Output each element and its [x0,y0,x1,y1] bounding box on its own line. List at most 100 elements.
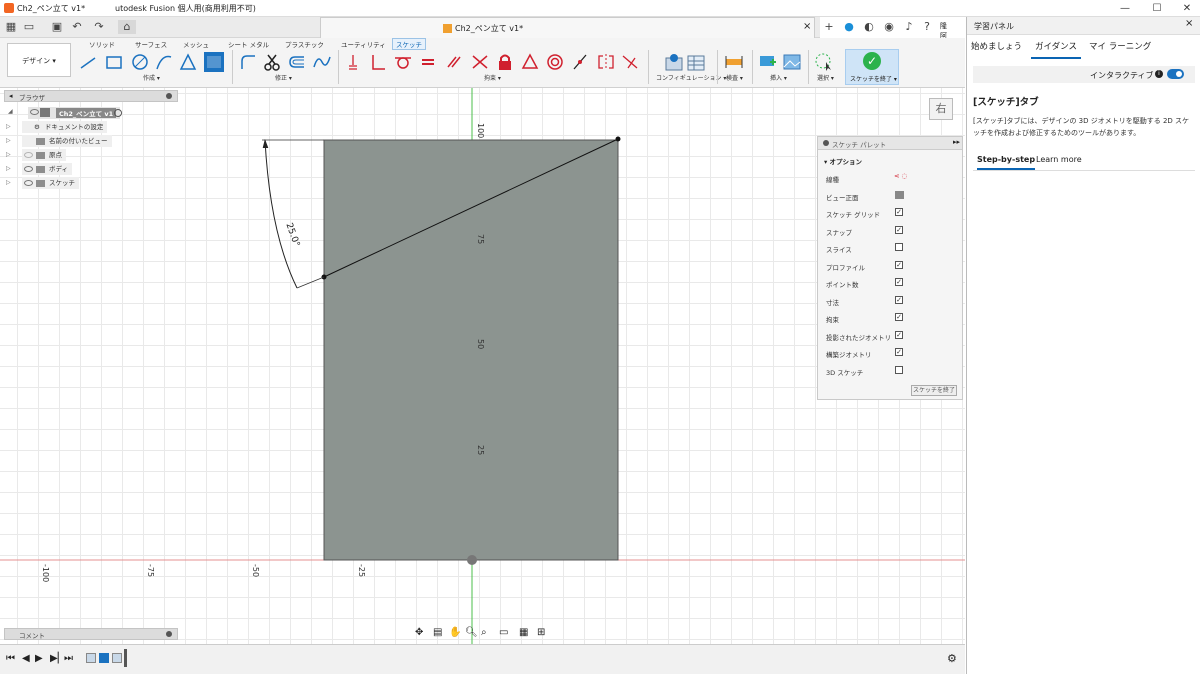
checkbox-unchecked[interactable] [895,243,903,251]
notification-icon[interactable]: ♪ [902,20,916,34]
browser-item[interactable]: ▷ ボディ [6,163,73,175]
gear-icon[interactable]: ⚙ [947,652,957,665]
timeline-sketch-icon[interactable] [86,653,96,663]
help-icon[interactable]: ? [920,20,934,34]
look-at-icon[interactable] [895,191,904,199]
checkbox-checked[interactable]: ✓ [895,278,903,286]
midpoint-icon[interactable] [570,52,590,72]
tab-mesh[interactable]: メッシュ [180,39,212,49]
play-icon[interactable]: ▶ [35,653,43,664]
browser-root[interactable]: ◢ Ch2_ペン立て v1 [8,107,122,119]
expand-icon[interactable]: ▷ [6,135,11,147]
info-icon[interactable]: i [1155,70,1163,78]
timeline-sketch-icon[interactable] [112,653,122,663]
symmetry-icon[interactable] [596,52,616,72]
parallel-icon[interactable] [444,52,464,72]
comments-bar[interactable]: コメント [4,628,178,640]
tab-guidance[interactable]: ガイダンス [1031,40,1081,59]
pan-icon[interactable]: ✋ [449,627,461,638]
tab-learn-more[interactable]: Learn more [1036,155,1082,164]
interactive-toggle[interactable] [1167,69,1184,79]
orbit-icon[interactable]: ✥ [415,627,423,638]
configure-group-label[interactable]: コンフィギュレーション ▾ [656,73,726,82]
tab-my-learning[interactable]: マイ ラーニング [1089,40,1151,52]
fix-lock-icon[interactable] [495,52,515,72]
browser-panel-header[interactable]: ◂ ブラウザ [4,90,178,102]
configure-icon[interactable] [664,52,684,72]
measure-icon[interactable] [724,52,744,72]
online-icon[interactable]: ◐ [862,20,876,34]
expand-icon[interactable]: ▷ [6,149,11,161]
pin-icon[interactable] [823,140,829,146]
tab-step-by-step[interactable]: Step-by-step [977,155,1036,170]
collapse-icon[interactable]: ◂ [9,92,13,100]
jobs-icon[interactable]: ◉ [882,20,896,34]
constraints-group-label[interactable]: 拘束 ▾ [484,73,501,82]
look-at-icon[interactable]: ▤ [433,627,442,638]
eye-icon[interactable] [30,108,39,115]
finish-sketch-palette-button[interactable]: スケッチを終了 [911,385,957,396]
tab-get-started[interactable]: 始めましょう [971,40,1022,52]
fillet-icon[interactable] [238,52,258,72]
modify-group-label[interactable]: 修正 ▾ [275,73,292,82]
browser-item[interactable]: ▷ 原点 [6,149,66,161]
redo-icon[interactable]: ↷ [92,20,106,34]
arc-icon[interactable] [154,52,174,72]
expand-icon[interactable]: ◢ [8,108,13,115]
equal-icon[interactable] [418,52,438,72]
close-tab-icon[interactable]: × [803,21,811,32]
checkbox-checked[interactable]: ✓ [895,313,903,321]
select-icon[interactable] [814,52,834,72]
select-group-label[interactable]: 選択 ▾ [817,73,834,82]
grid-settings-icon[interactable]: ▦ [519,627,528,638]
tab-utility[interactable]: ユーティリティ [338,39,389,49]
insert-group-label[interactable]: 挿入 ▾ [770,73,787,82]
undo-icon[interactable]: ↶ [70,20,84,34]
options-section[interactable]: ▾ オプション [824,156,862,166]
circle-icon[interactable] [130,52,150,72]
document-tab[interactable]: Ch2_ペン立て v1* × [320,17,815,38]
insert-image-icon[interactable] [782,52,802,72]
tab-sheet-metal[interactable]: シート メタル [225,39,272,49]
checkbox-checked[interactable]: ✓ [895,296,903,304]
workspace-switcher[interactable]: デザイン ▾ [7,43,71,77]
pin-icon[interactable] [166,631,172,637]
expand-arrows-icon[interactable]: ▸▸ [953,138,960,146]
insert-icon[interactable] [758,52,778,72]
palette-header[interactable]: スケッチ パレット ▸▸ [818,137,962,150]
checkbox-checked[interactable]: ✓ [895,226,903,234]
checkbox-checked[interactable]: ✓ [895,331,903,339]
step-back-icon[interactable]: ◀ [22,653,30,664]
browser-item[interactable]: ▷ ⚙ ドキュメントの設定 [6,121,108,133]
concentric-icon[interactable] [545,52,565,72]
eye-icon[interactable] [24,152,33,158]
trim-icon[interactable] [262,52,282,72]
fill-rectangle-icon[interactable] [204,52,224,72]
tangent-icon[interactable] [393,52,413,72]
linetype-icon[interactable]: ⋖ ◌ [894,172,907,180]
expand-icon[interactable]: ▷ [6,177,11,189]
eye-icon[interactable] [24,166,33,172]
active-radio-icon[interactable] [114,109,122,117]
extensions-icon[interactable]: ● [842,20,856,34]
viewcube[interactable]: 右 [929,98,953,120]
browser-item[interactable]: ▷ スケッチ [6,177,79,189]
tab-surface[interactable]: サーフェス [132,39,170,49]
go-to-end-icon[interactable]: ⏭ [64,653,73,664]
spline-icon[interactable] [312,52,332,72]
perpendicular-icon[interactable] [368,52,388,72]
offset-icon[interactable] [287,52,307,72]
checkbox-checked[interactable]: ✓ [895,208,903,216]
zoom-window-icon[interactable]: ⌕ [481,627,487,638]
line-icon[interactable] [78,52,98,72]
display-settings-icon[interactable]: ▭ [499,627,508,638]
polygon-icon[interactable] [178,52,198,72]
maximize-button[interactable]: ☐ [1142,0,1172,17]
curvature-icon[interactable] [620,52,640,72]
angle-constraint-icon[interactable] [470,52,490,72]
tab-plastic[interactable]: プラスチック [282,39,327,49]
coincident-icon[interactable] [343,52,363,72]
save-icon[interactable]: ▣ [50,20,64,34]
file-icon[interactable]: ▭ [22,20,36,34]
inspect-group-label[interactable]: 検査 ▾ [726,73,743,82]
